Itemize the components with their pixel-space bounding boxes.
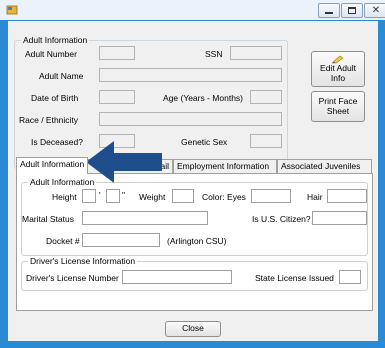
tab-strip: Adult Information s / Email Employment I… xyxy=(16,157,373,174)
height-feet-field[interactable] xyxy=(82,189,96,203)
maximize-icon xyxy=(348,7,356,14)
ssn-label: SSN xyxy=(205,49,223,59)
adult-name-field[interactable] xyxy=(99,68,282,82)
genetic-sex-label: Genetic Sex xyxy=(181,137,228,147)
adult-number-label: Adult Number xyxy=(25,49,77,59)
adult-name-label: Adult Name xyxy=(39,71,84,81)
genetic-sex-field[interactable] xyxy=(250,134,282,148)
drivers-license-group: Driver's License Information Driver's Li… xyxy=(21,256,368,291)
close-button[interactable]: Close xyxy=(165,321,221,337)
edit-adult-info-button[interactable]: Edit Adult Info xyxy=(311,51,365,87)
weight-label: Weight xyxy=(139,192,166,202)
tab-panel-adult-information: Adult Information Height ' " Weight Colo… xyxy=(16,173,373,311)
adult-info-group-label: Adult Information xyxy=(21,35,90,45)
hair-color-field[interactable] xyxy=(327,189,367,203)
docket-note: (Arlington CSU) xyxy=(167,236,227,246)
docket-field[interactable] xyxy=(82,233,160,247)
us-citizen-label: Is U.S. Citizen? xyxy=(252,214,311,224)
height-label: Height xyxy=(52,192,77,202)
app-icon xyxy=(6,5,18,15)
ssn-field[interactable] xyxy=(230,46,282,60)
inch-mark: " xyxy=(122,190,126,200)
pointer-arrow-icon xyxy=(86,141,162,183)
marital-status-field[interactable] xyxy=(82,211,208,225)
close-window-button[interactable]: ✕ xyxy=(364,3,385,18)
close-button-label: Close xyxy=(182,323,204,334)
deceased-label: Is Deceased? xyxy=(31,137,83,147)
adult-number-field[interactable] xyxy=(99,46,135,60)
minimize-button[interactable] xyxy=(318,3,340,18)
application-window: ✕ Adult Information Adult Number SSN Adu… xyxy=(0,0,385,348)
state-license-issued-field[interactable] xyxy=(339,270,361,284)
height-inches-field[interactable] xyxy=(106,189,120,203)
age-label: Age (Years - Months) xyxy=(163,93,243,103)
weight-field[interactable] xyxy=(172,189,194,203)
us-citizen-field[interactable] xyxy=(312,211,367,225)
tab-associated-juveniles-label: Associated Juveniles xyxy=(281,161,361,171)
dl-number-label: Driver's License Number xyxy=(26,273,119,283)
marital-status-label: Marital Status xyxy=(22,214,74,224)
age-field[interactable] xyxy=(250,90,282,104)
color-eyes-label: Color: Eyes xyxy=(202,192,246,202)
print-face-sheet-line2: Sheet xyxy=(326,105,350,116)
tab-adult-information[interactable]: Adult Information xyxy=(16,157,88,174)
print-face-sheet-button[interactable]: Print Face Sheet xyxy=(311,91,365,122)
minimize-icon xyxy=(325,12,333,14)
client-area: Adult Information Adult Number SSN Adult… xyxy=(8,21,378,341)
tab-employment-information-label: Employment Information xyxy=(177,161,270,171)
drivers-license-group-label: Driver's License Information xyxy=(28,256,138,266)
race-field[interactable] xyxy=(99,112,282,126)
title-bar: ✕ xyxy=(0,0,385,20)
panel-adult-info-group: Adult Information Height ' " Weight Colo… xyxy=(21,177,368,256)
dob-field[interactable] xyxy=(99,90,135,104)
close-icon: ✕ xyxy=(371,4,381,16)
edit-adult-info-line2: Info xyxy=(330,72,346,83)
feet-mark: ' xyxy=(99,190,101,200)
eye-color-field[interactable] xyxy=(251,189,291,203)
state-license-issued-label: State License Issued xyxy=(255,273,334,283)
dob-label: Date of Birth xyxy=(31,93,79,103)
tab-employment-information[interactable]: Employment Information xyxy=(173,159,277,173)
tab-associated-juveniles[interactable]: Associated Juveniles xyxy=(277,159,372,173)
docket-label: Docket # xyxy=(46,236,80,246)
maximize-button[interactable] xyxy=(341,3,363,18)
tab-adult-information-label: Adult Information xyxy=(20,159,85,169)
hair-label: Hair xyxy=(307,192,323,202)
dl-number-field[interactable] xyxy=(122,270,232,284)
race-label: Race / Ethnicity xyxy=(19,115,79,125)
